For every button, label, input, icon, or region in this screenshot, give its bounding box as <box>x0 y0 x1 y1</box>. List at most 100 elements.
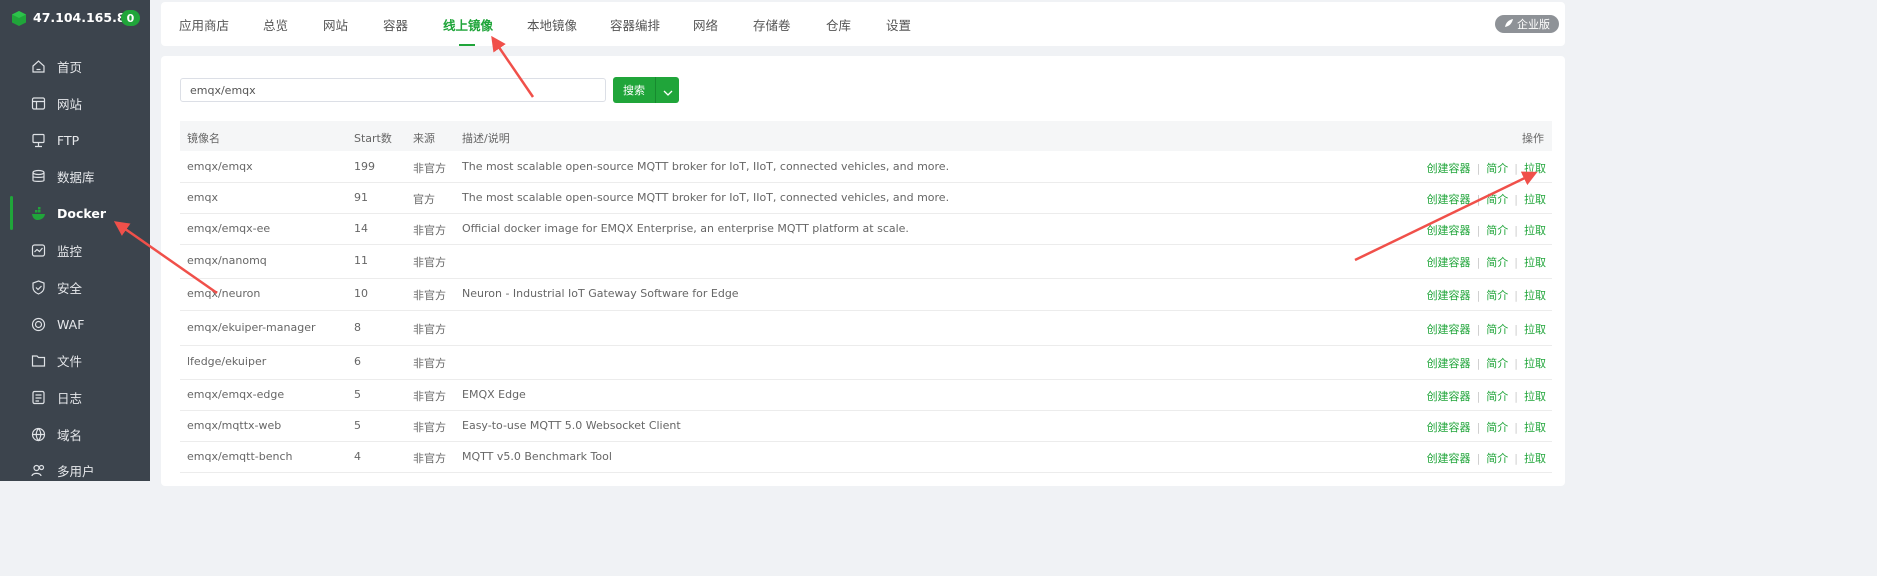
tab-7[interactable]: 网络 <box>693 15 718 34</box>
intro-link[interactable]: 简介 <box>1486 222 1508 238</box>
image-search-input[interactable] <box>180 78 606 102</box>
intro-link[interactable]: 简介 <box>1486 191 1508 207</box>
row-actions: 创建容器 | 简介 | 拉取 <box>1427 419 1546 435</box>
host-ip: 47.104.165.8 <box>33 10 126 25</box>
intro-link[interactable]: 简介 <box>1486 160 1508 176</box>
cell-source: 非官方 <box>413 421 446 434</box>
sidebar-item-4[interactable]: Docker <box>0 196 150 230</box>
create-container-link[interactable]: 创建容器 <box>1427 287 1471 303</box>
sidebar-item-label: 文件 <box>57 353 83 369</box>
host-header[interactable]: 47.104.165.8 0 <box>0 0 150 36</box>
cell-source: 非官方 <box>413 224 446 237</box>
create-container-link[interactable]: 创建容器 <box>1427 191 1471 207</box>
cell-source: 非官方 <box>413 162 446 175</box>
action-separator: | <box>1514 322 1518 336</box>
top-tab-bar <box>161 2 1565 46</box>
notification-badge[interactable]: 0 <box>121 10 140 26</box>
tab-9[interactable]: 仓库 <box>826 15 851 34</box>
table-row: emqx/nanomq 11 非官方 创建容器 | 简介 | 拉取 <box>180 245 1552 279</box>
intro-link[interactable]: 简介 <box>1486 388 1508 404</box>
sidebar-item-10[interactable]: 域名 <box>0 419 150 449</box>
search-dropdown-button[interactable] <box>655 77 679 103</box>
multi-user-icon <box>30 462 47 479</box>
create-container-link[interactable]: 创建容器 <box>1427 388 1471 404</box>
tab-0[interactable]: 应用商店 <box>179 15 229 34</box>
security-shield-icon <box>30 279 47 296</box>
tab-8[interactable]: 存储卷 <box>753 15 791 34</box>
pull-link[interactable]: 拉取 <box>1524 321 1546 337</box>
pull-link[interactable]: 拉取 <box>1524 388 1546 404</box>
cell-stars: 11 <box>354 254 368 267</box>
intro-link[interactable]: 简介 <box>1486 419 1508 435</box>
tab-2[interactable]: 网站 <box>323 15 348 34</box>
sidebar-item-11[interactable]: 多用户 <box>0 455 150 485</box>
cell-name: emqx/emqx <box>187 160 253 173</box>
docker-icon <box>30 205 47 222</box>
sidebar-item-5[interactable]: 监控 <box>0 235 150 265</box>
create-container-link[interactable]: 创建容器 <box>1427 450 1471 466</box>
pull-link[interactable]: 拉取 <box>1524 287 1546 303</box>
cell-stars: 5 <box>354 419 361 432</box>
tab-3[interactable]: 容器 <box>383 15 408 34</box>
sidebar-item-label: 数据库 <box>57 169 95 185</box>
sidebar-item-7[interactable]: WAF <box>0 309 150 339</box>
create-container-link[interactable]: 创建容器 <box>1427 419 1471 435</box>
pull-link[interactable]: 拉取 <box>1524 222 1546 238</box>
domain-globe-icon <box>30 426 47 443</box>
active-tab-indicator <box>459 44 475 46</box>
create-container-link[interactable]: 创建容器 <box>1427 254 1471 270</box>
intro-link[interactable]: 简介 <box>1486 355 1508 371</box>
action-separator: | <box>1514 389 1518 403</box>
sidebar-item-1[interactable]: 网站 <box>0 88 150 118</box>
log-icon <box>30 389 47 406</box>
row-actions: 创建容器 | 简介 | 拉取 <box>1427 450 1546 466</box>
sidebar-item-6[interactable]: 安全 <box>0 272 150 302</box>
action-separator: | <box>1476 420 1481 434</box>
tab-5[interactable]: 本地镜像 <box>527 15 577 34</box>
search-button[interactable]: 搜索 <box>613 77 655 103</box>
action-separator: | <box>1476 161 1481 175</box>
sidebar-item-label: 网站 <box>57 96 83 112</box>
pull-link[interactable]: 拉取 <box>1524 355 1546 371</box>
cell-name: emqx/mqttx-web <box>187 419 282 432</box>
sidebar-item-0[interactable]: 首页 <box>0 51 150 81</box>
sidebar-item-3[interactable]: 数据库 <box>0 161 150 191</box>
table-row: emqx/mqttx-web 5 非官方 Easy-to-use MQTT 5.0 W… <box>180 411 1552 442</box>
cell-stars: 4 <box>354 450 361 463</box>
intro-link[interactable]: 简介 <box>1486 254 1508 270</box>
create-container-link[interactable]: 创建容器 <box>1427 222 1471 238</box>
intro-link[interactable]: 简介 <box>1486 287 1508 303</box>
pull-link[interactable]: 拉取 <box>1524 419 1546 435</box>
create-container-link[interactable]: 创建容器 <box>1427 355 1471 371</box>
pull-link[interactable]: 拉取 <box>1524 450 1546 466</box>
cell-name: emqx/emqtt-bench <box>187 450 293 463</box>
cell-desc: EMQX Edge <box>462 388 526 401</box>
pull-link[interactable]: 拉取 <box>1524 254 1546 270</box>
sidebar-item-2[interactable]: FTP <box>0 125 150 155</box>
tab-1[interactable]: 总览 <box>263 15 288 34</box>
cell-stars: 91 <box>354 191 368 204</box>
sidebar-item-label: 首页 <box>57 59 83 75</box>
intro-link[interactable]: 简介 <box>1486 321 1508 337</box>
sidebar-item-8[interactable]: 文件 <box>0 345 150 375</box>
sidebar-item-9[interactable]: 日志 <box>0 382 150 412</box>
tab-6[interactable]: 容器编排 <box>610 15 660 34</box>
enterprise-badge[interactable]: 企业版 <box>1495 15 1559 33</box>
action-separator: | <box>1476 389 1481 403</box>
action-separator: | <box>1476 322 1481 336</box>
pull-link[interactable]: 拉取 <box>1524 191 1546 207</box>
action-separator: | <box>1476 223 1481 237</box>
cell-desc: Easy-to-use MQTT 5.0 Websocket Client <box>462 419 681 432</box>
cell-desc: MQTT v5.0 Benchmark Tool <box>462 450 612 463</box>
tab-10[interactable]: 设置 <box>886 15 911 34</box>
pull-link[interactable]: 拉取 <box>1524 160 1546 176</box>
create-container-link[interactable]: 创建容器 <box>1427 160 1471 176</box>
row-actions: 创建容器 | 简介 | 拉取 <box>1427 321 1546 337</box>
table-row: lfedge/ekuiper 6 非官方 创建容器 | 简介 | 拉取 <box>180 346 1552 380</box>
create-container-link[interactable]: 创建容器 <box>1427 321 1471 337</box>
action-separator: | <box>1476 451 1481 465</box>
intro-link[interactable]: 简介 <box>1486 450 1508 466</box>
col-header-name: 镜像名 <box>187 132 220 145</box>
tab-4[interactable]: 线上镜像 <box>443 15 493 34</box>
cell-stars: 199 <box>354 160 375 173</box>
